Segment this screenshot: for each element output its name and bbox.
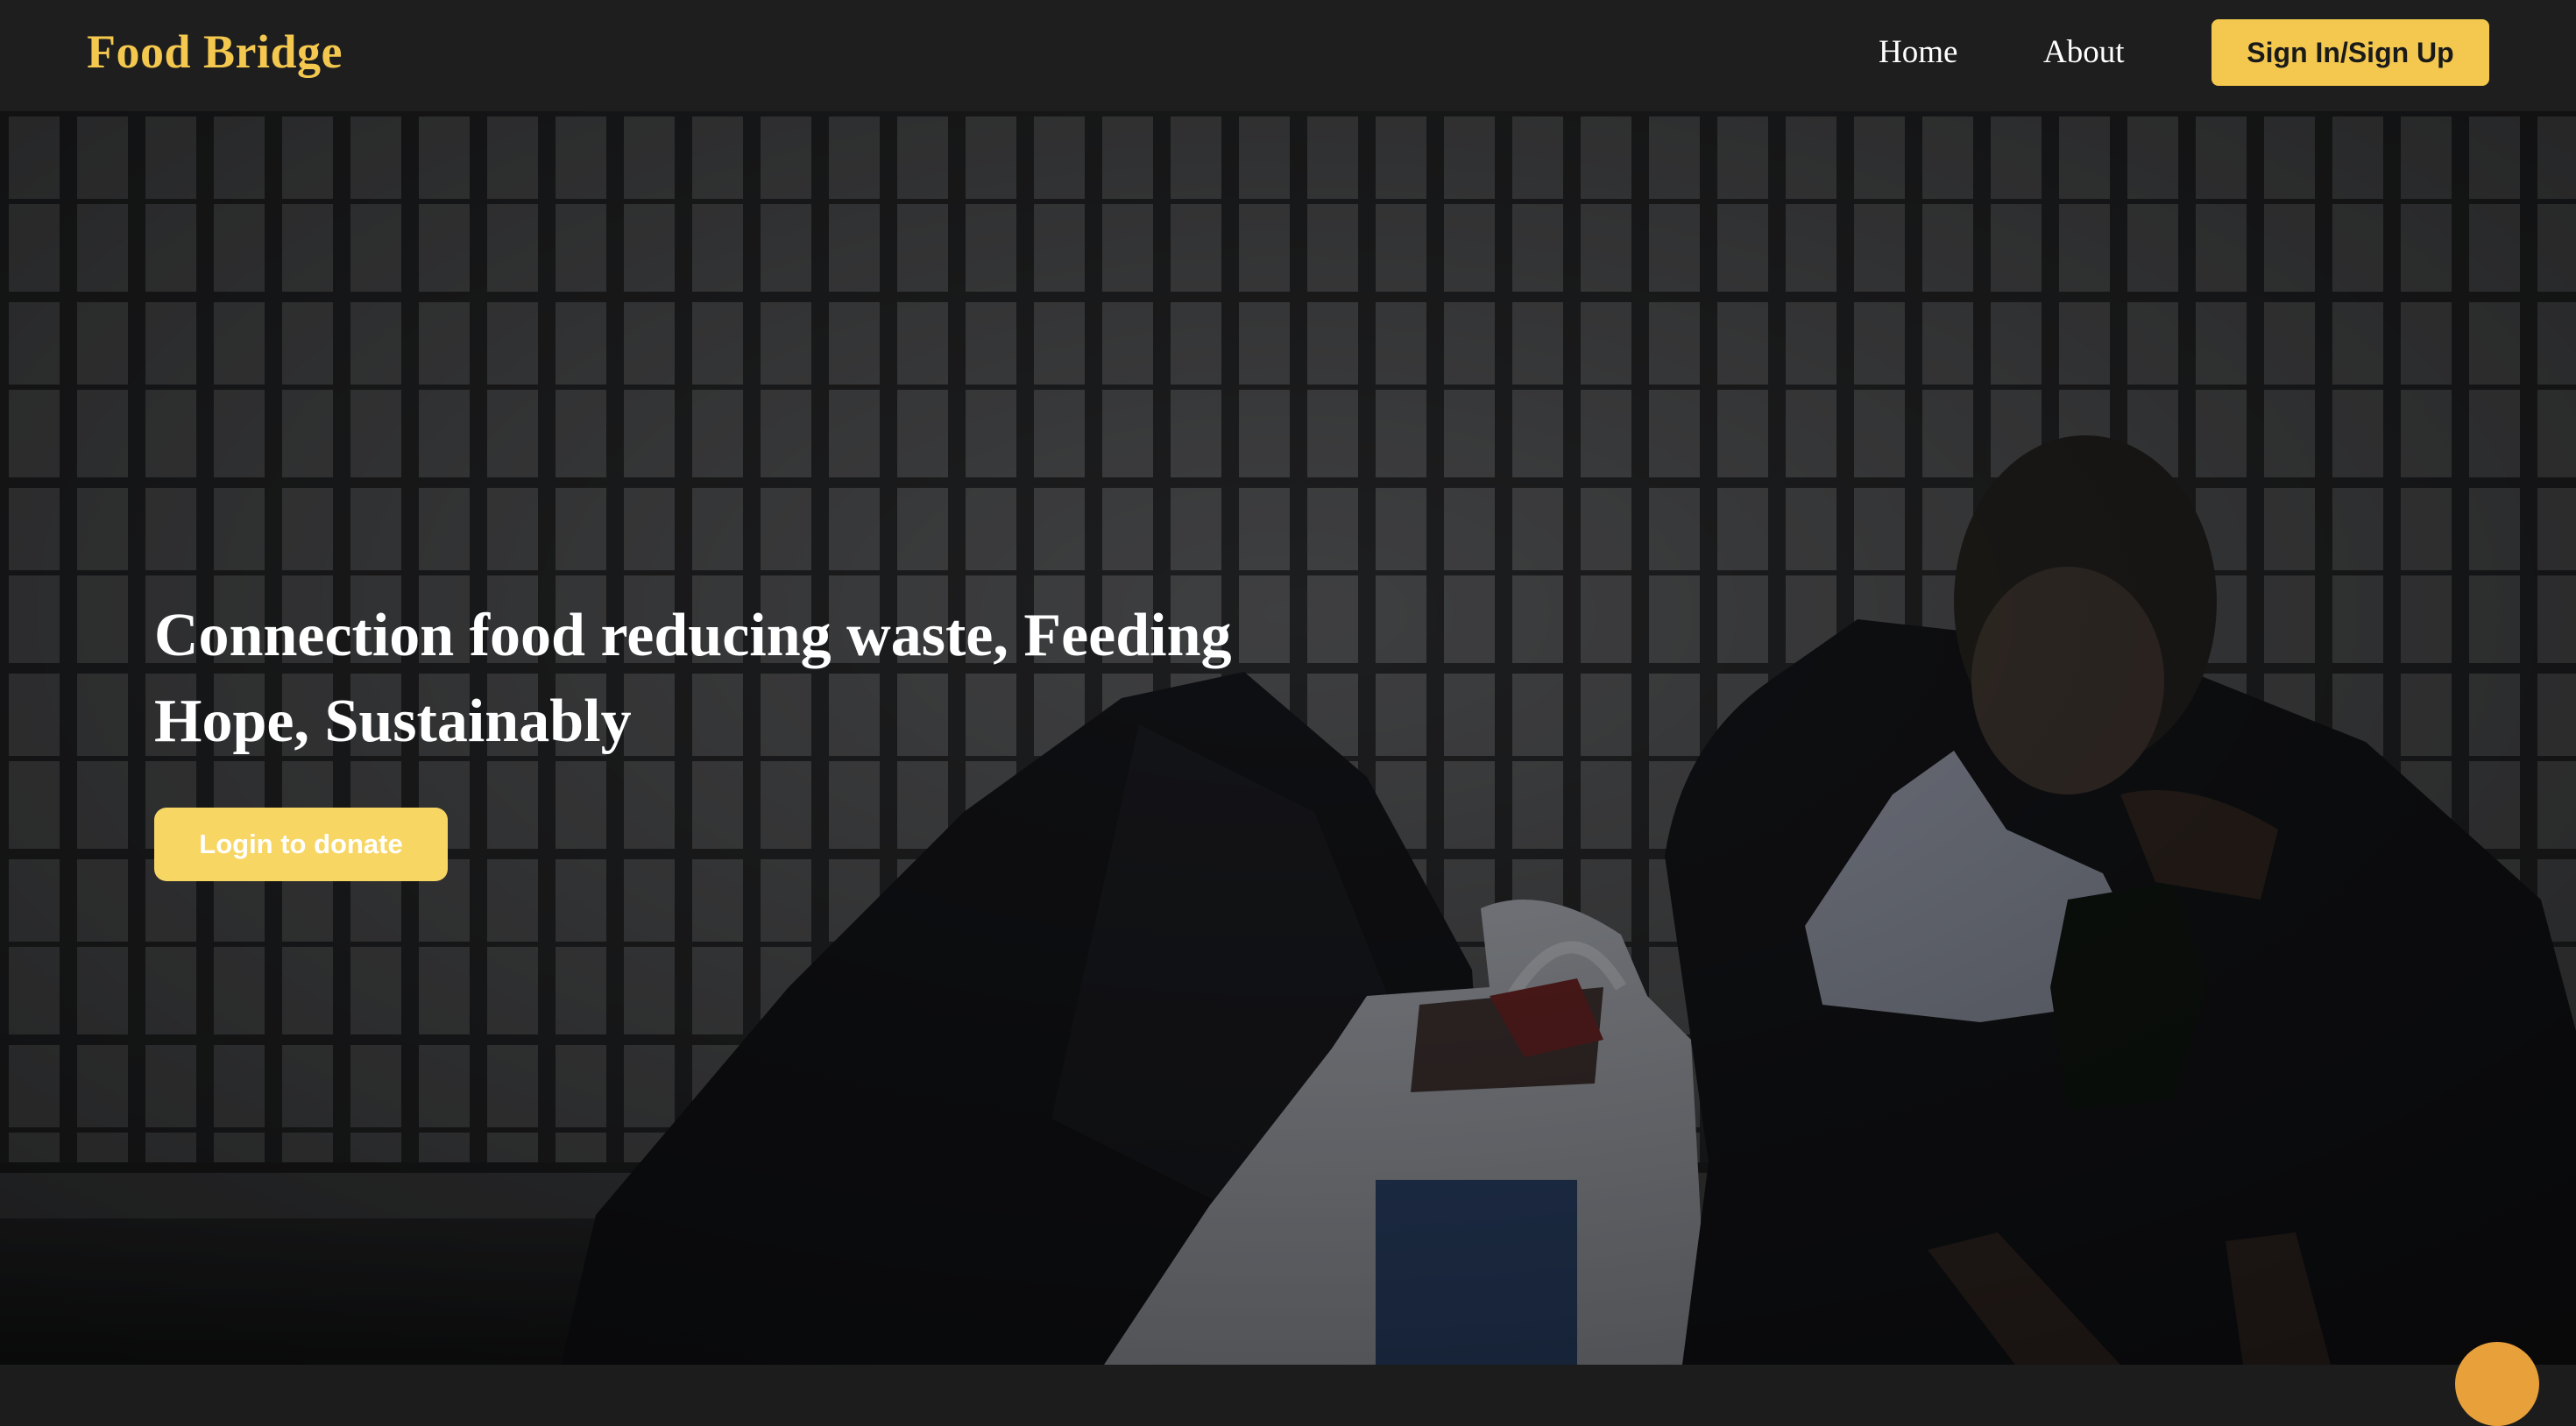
navbar: Food Bridge Home About Sign In/Sign Up	[0, 0, 2576, 111]
hero-section: Connection food reducing waste, Feeding …	[0, 111, 2576, 1365]
chat-bubble-icon[interactable]	[2455, 1342, 2539, 1426]
login-to-donate-button[interactable]: Login to donate	[154, 808, 448, 881]
brand-logo[interactable]: Food Bridge	[87, 25, 343, 79]
nav-link-home[interactable]: Home	[1879, 33, 1957, 71]
sign-in-sign-up-button[interactable]: Sign In/Sign Up	[2212, 19, 2489, 86]
nav-link-about[interactable]: About	[2043, 33, 2125, 71]
hero-title: Connection food reducing waste, Feeding …	[154, 602, 1232, 755]
